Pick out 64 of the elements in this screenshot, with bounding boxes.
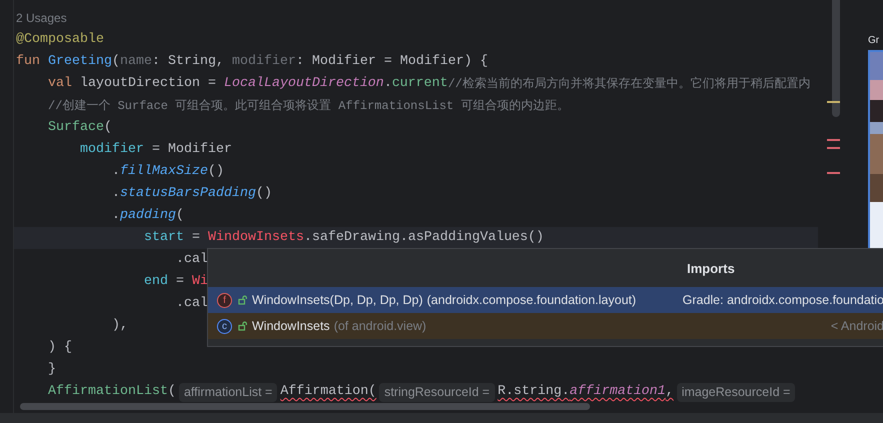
code-text: ) { [48, 339, 72, 357]
keyword: val [48, 75, 73, 93]
code-text: () [256, 185, 272, 203]
code-text: ( [104, 119, 112, 137]
function-call: statusBarsPadding [120, 185, 256, 203]
code-text: ), [112, 317, 128, 335]
unlock-icon [238, 295, 248, 305]
warning-marker[interactable] [827, 101, 840, 103]
code-text: . [112, 163, 120, 181]
code-text: . [112, 207, 120, 225]
code-text: R.string. [498, 383, 570, 401]
preview-title: Gr [868, 34, 880, 47]
annotation: @Composable [16, 31, 104, 49]
scrollbar-thumb[interactable] [832, 0, 840, 117]
unlock-icon [238, 321, 248, 331]
scrollbar-thumb[interactable] [20, 403, 590, 410]
inlay-hint[interactable]: affirmationList = [178, 382, 278, 402]
error-marker[interactable] [827, 172, 840, 174]
parameter-name: modifier [232, 53, 296, 71]
function-name: Greeting [48, 53, 112, 71]
function-call: padding [120, 207, 176, 225]
preview-frame[interactable] [868, 50, 883, 250]
argument-name: modifier [80, 141, 144, 159]
code-text: . [384, 75, 392, 93]
code-text: = [174, 273, 185, 291]
unresolved-reference: Wi [192, 273, 208, 291]
unresolved-reference: WindowInsets [208, 229, 304, 247]
code-text: .cal [176, 251, 208, 269]
function-call: current [392, 75, 448, 93]
code-text: ( [176, 207, 184, 225]
code-text: .safeDrawing.asPaddingValues() [304, 229, 544, 247]
function-call: AffirmationList [48, 383, 168, 401]
code-text: . [112, 185, 120, 203]
argument-name: end [144, 273, 168, 291]
function-call: fillMaxSize [120, 163, 208, 181]
inlay-hint[interactable]: stringResourceId = [379, 382, 495, 402]
keyword: fun [16, 53, 41, 71]
class-icon: c [217, 318, 232, 334]
code-text: layoutDirection = [80, 75, 217, 93]
code-text: = Modifier [150, 141, 232, 159]
code-text: : Modifier = Modifier) { [296, 53, 488, 71]
code-text: Affirmation( [280, 383, 376, 401]
code-text: .cal [176, 295, 208, 313]
function-icon: f [217, 292, 232, 308]
code-text: = [190, 229, 201, 247]
usages-hint[interactable]: 2 Usages [16, 7, 67, 29]
static-reference: LocalLayoutDirection [224, 75, 384, 93]
code-comment: //创建一个 Surface 可组合项。此可组合项将设置 AffirmationsList 可组合项的内边距。 [48, 98, 569, 115]
error-marker[interactable] [827, 147, 840, 149]
code-text: () [208, 163, 224, 181]
code-text: } [48, 361, 56, 379]
argument-name: start [144, 229, 184, 247]
inlay-hint[interactable]: imageResourceId = [676, 382, 796, 402]
function-call: Surface [48, 119, 104, 137]
parameter-name: name [120, 53, 152, 71]
error-marker[interactable] [827, 139, 840, 141]
code-text: : String, [152, 53, 225, 71]
popup-title: Imports [687, 260, 735, 276]
static-reference: affirmation1 [570, 383, 666, 401]
code-text: ( [112, 53, 120, 71]
code-text: , [666, 383, 674, 401]
code-text: ( [168, 383, 176, 401]
code-comment: //检索当前的布局方向并将其保存在变量中。它们将用于稍后配置内 [448, 76, 810, 93]
import-option[interactable]: c WindowInsets (of android.view) < Android [208, 313, 883, 339]
